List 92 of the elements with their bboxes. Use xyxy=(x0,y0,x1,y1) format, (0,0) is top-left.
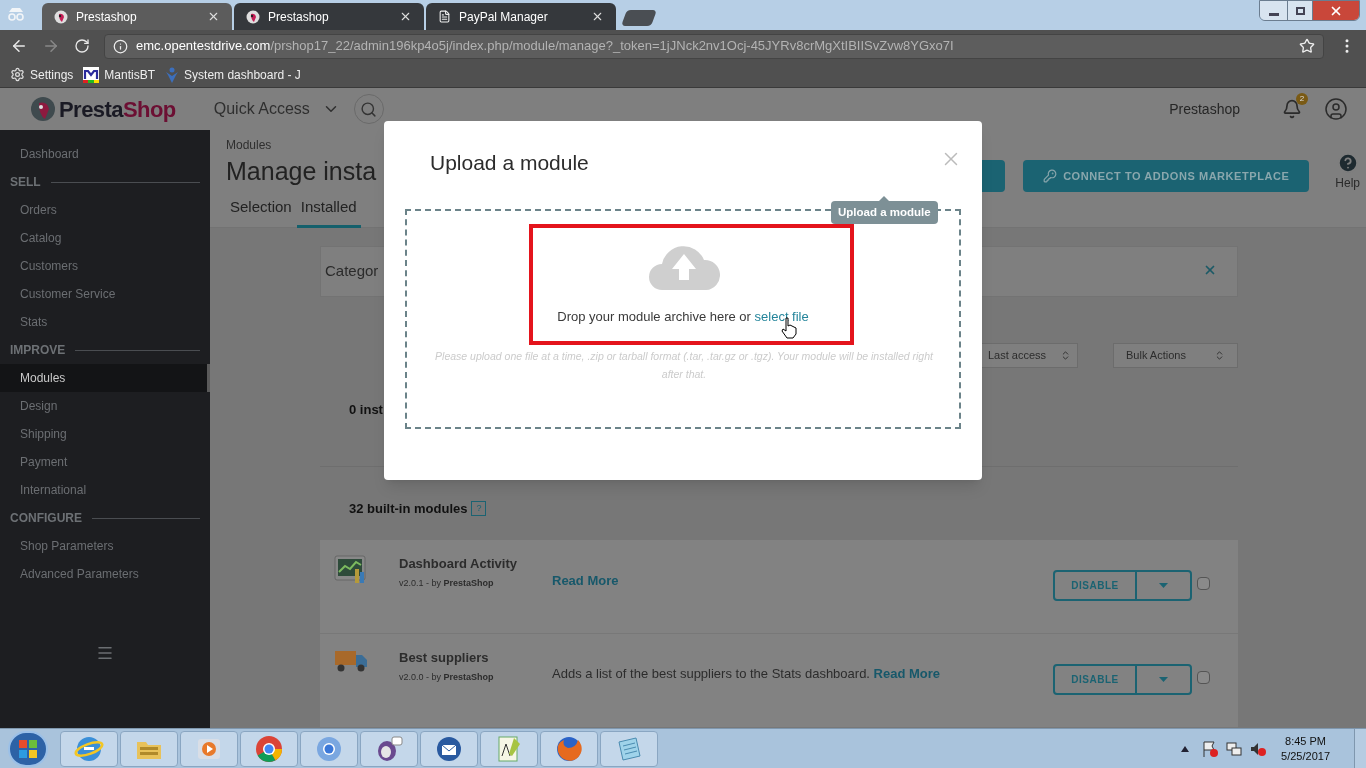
module-version: v2.0.0 - by PrestaShop xyxy=(399,670,495,684)
chart-icon xyxy=(334,555,368,585)
close-icon[interactable] xyxy=(399,10,412,23)
close-icon[interactable] xyxy=(207,10,220,23)
show-hidden-icons[interactable] xyxy=(1181,745,1190,752)
bookmark-star-icon[interactable] xyxy=(1299,38,1315,54)
sidebar-item[interactable]: Modules xyxy=(0,364,210,392)
sidebar-section-title: CONFIGURE xyxy=(10,510,82,527)
page-tab[interactable]: Selection xyxy=(226,196,296,228)
browser-tab[interactable]: Prestashop xyxy=(234,3,424,30)
tab-title: Prestashop xyxy=(76,8,138,26)
sidebar-item[interactable]: Customer Service xyxy=(0,280,210,308)
builtin-count: 32 built-in modules xyxy=(349,499,468,518)
breadcrumb: Modules xyxy=(226,137,273,154)
filter-label: Categor xyxy=(325,261,379,282)
close-icon[interactable] xyxy=(591,10,604,23)
page-title: Manage insta xyxy=(226,156,377,187)
truck-icon xyxy=(334,649,368,673)
sort-select[interactable]: Last access xyxy=(981,343,1078,369)
sidebar-item[interactable]: Design xyxy=(0,392,210,420)
bulk-actions-select[interactable]: Bulk Actions xyxy=(1113,343,1238,369)
marketplace-button[interactable]: CONNECT TO ADDONS MARKETPLACE xyxy=(1023,160,1310,192)
logo-icon xyxy=(30,96,56,122)
forward-icon[interactable] xyxy=(42,37,60,55)
quick-access-dropdown[interactable]: Quick Access xyxy=(213,97,340,121)
page-icon xyxy=(438,10,451,23)
user-icon[interactable] xyxy=(1324,97,1348,121)
module-name: Best suppliers xyxy=(399,649,490,667)
read-more-link[interactable]: Read More xyxy=(552,573,619,588)
start-button[interactable] xyxy=(8,730,48,767)
bookmark-icon xyxy=(83,66,100,83)
module-checkbox[interactable] xyxy=(1197,577,1210,590)
sidebar-item[interactable]: International xyxy=(0,476,210,504)
sort-icon xyxy=(1060,350,1071,362)
maximize-button[interactable] xyxy=(1287,1,1313,20)
select-file-link[interactable]: select file xyxy=(754,309,809,324)
sidebar-item[interactable]: Stats xyxy=(0,308,210,336)
sidebar-section-title: SELL xyxy=(10,174,41,191)
drop-instructions: Drop your module archive here or select file xyxy=(556,308,810,326)
notifications-icon[interactable] xyxy=(1282,99,1302,119)
sort-icon xyxy=(1214,350,1225,362)
sidebar-item[interactable]: Orders xyxy=(0,196,210,224)
network-icon[interactable] xyxy=(1225,739,1244,758)
clock-time: 8:45 PM xyxy=(1285,733,1326,749)
tab-title: PayPal Manager xyxy=(459,8,549,26)
sidebar-item[interactable]: Payment xyxy=(0,448,210,476)
new-tab-button[interactable] xyxy=(621,10,657,26)
installed-count: 0 inst xyxy=(349,401,384,420)
minimize-button[interactable] xyxy=(1260,1,1287,20)
module-description: Adds a list of the best suppliers to the Stats dashboard. Read More xyxy=(552,665,942,683)
help-icon xyxy=(1336,152,1359,174)
sidebar-item[interactable]: Dashboard xyxy=(0,140,210,168)
page-tab[interactable]: Installed xyxy=(296,196,361,228)
sidebar-section-title: IMPROVE xyxy=(10,342,66,359)
tooltip: Upload a module xyxy=(831,201,938,224)
flag-icon[interactable] xyxy=(1201,739,1220,758)
bookmark-link[interactable]: MantisBT xyxy=(83,65,156,84)
settings-icon xyxy=(10,67,25,82)
search-icon xyxy=(360,100,378,118)
shop-name: Prestashop xyxy=(1169,99,1240,119)
url-text: emc.opentestdrive.com/prshop17_22/admin196kp4o5j/index.php/module/manage?_token=1jJNck2nv1Ocj-45JYRv8crMgXtIBIISvZvw8YGxo7I xyxy=(136,37,955,56)
sidebar-item[interactable]: Advanced Parameters xyxy=(0,560,210,588)
incognito-icon xyxy=(6,7,26,21)
back-icon[interactable] xyxy=(10,37,28,55)
reload-icon[interactable] xyxy=(74,38,90,54)
sidebar-item[interactable]: Shipping xyxy=(0,420,210,448)
address-field[interactable]: emc.opentestdrive.com/prshop17_22/admin196kp4o5j/index.php/module/manage?_token=1jJNck2nv1Ocj-45JYRv8crMgXtIBIISvZvw8YGxo7I xyxy=(104,33,1324,59)
sidebar-item[interactable]: Catalog xyxy=(0,224,210,252)
sidebar-item[interactable]: Shop Parameters xyxy=(0,532,210,560)
browser-icon[interactable] xyxy=(254,733,284,764)
tab-title: Prestashop xyxy=(268,8,330,26)
module-version: v2.0.1 - by PrestaShop xyxy=(399,576,495,590)
module-name: Dashboard Activity xyxy=(399,555,518,573)
key-icon xyxy=(1043,169,1058,183)
bookmark-link[interactable]: Settings xyxy=(10,65,74,84)
dialog-title: Upload a module xyxy=(430,150,589,176)
bookmark-link[interactable]: System dashboard - J xyxy=(165,65,301,84)
info-icon xyxy=(113,38,128,54)
browser-tab[interactable]: Prestashop xyxy=(42,3,232,30)
menu-icon[interactable] xyxy=(96,644,114,662)
sidebar-item[interactable]: Customers xyxy=(0,252,210,280)
help-button[interactable]: Help xyxy=(1335,152,1360,192)
browser-tab[interactable]: PayPal Manager xyxy=(426,3,616,30)
logo-text: PrestaShop xyxy=(59,95,176,124)
notification-badge: 2 xyxy=(1296,93,1308,105)
start-icon xyxy=(18,738,38,759)
module-checkbox[interactable] xyxy=(1197,671,1210,684)
bookmark-icon xyxy=(165,66,180,83)
read-more-link[interactable]: Read More xyxy=(873,666,941,681)
caret-icon xyxy=(1159,677,1168,682)
clock-date: 5/25/2017 xyxy=(1281,748,1330,764)
caret-icon xyxy=(1159,583,1168,588)
